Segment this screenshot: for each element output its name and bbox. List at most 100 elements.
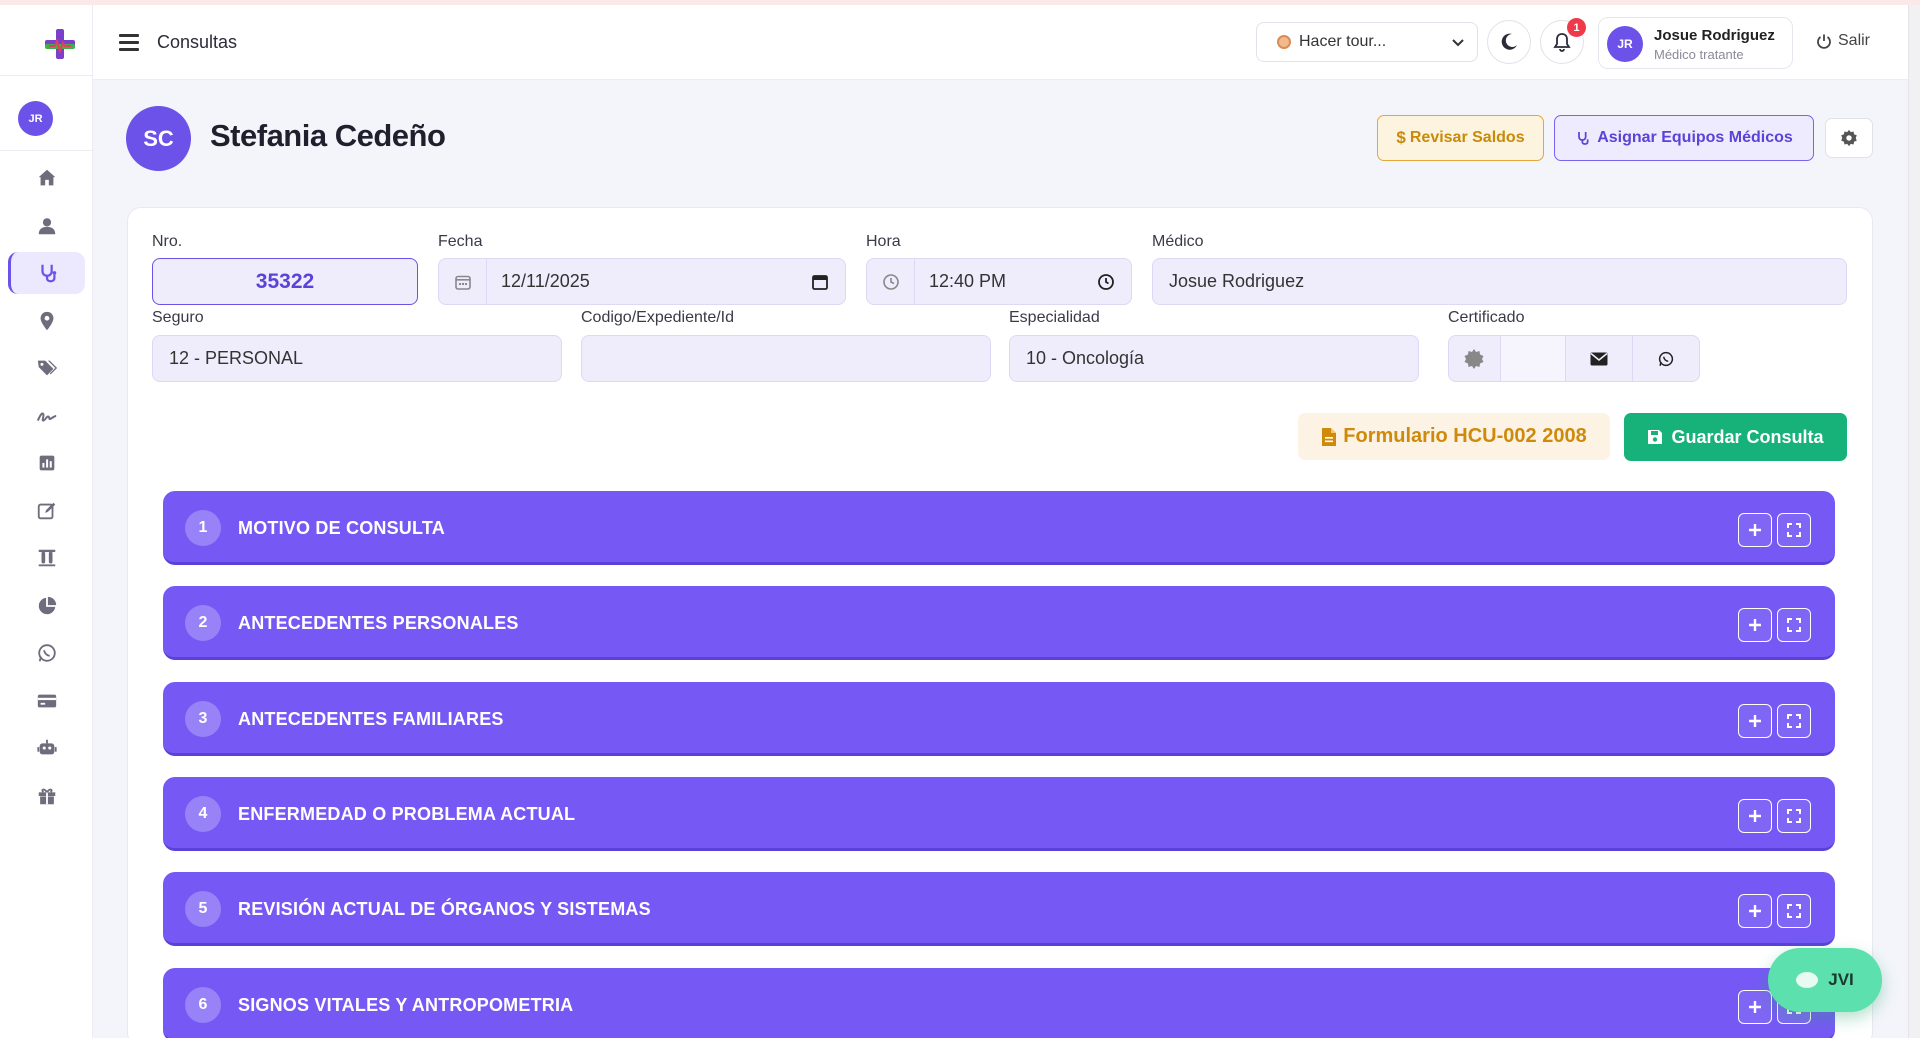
section-antecedentes-familiares[interactable]: 3 ANTECEDENTES FAMILIARES xyxy=(163,682,1835,756)
sidebar-item-lab[interactable] xyxy=(8,537,85,579)
certificate-badge[interactable] xyxy=(1449,336,1501,381)
medico-field[interactable]: Josue Rodriguez xyxy=(1152,258,1847,305)
revisar-saldos-button[interactable]: $ Revisar Saldos xyxy=(1377,115,1544,161)
add-button[interactable] xyxy=(1738,894,1772,928)
fecha-field[interactable]: 12/11/2025 xyxy=(438,258,846,305)
section-antecedentes-personales[interactable]: 2 ANTECEDENTES PERSONALES xyxy=(163,586,1835,660)
sidebar-item-reports[interactable] xyxy=(8,442,85,484)
add-button[interactable] xyxy=(1738,704,1772,738)
calendar-picker-icon[interactable] xyxy=(811,273,829,291)
sidebar-item-patients[interactable] xyxy=(8,205,85,247)
user-menu[interactable]: JR Josue Rodriguez Médico tratante xyxy=(1598,17,1793,69)
expand-icon xyxy=(1787,809,1801,823)
hora-label: Hora xyxy=(866,233,901,250)
scrollbar[interactable] xyxy=(1908,5,1920,1038)
dark-mode-toggle[interactable] xyxy=(1487,20,1531,64)
app-logo[interactable] xyxy=(43,27,77,61)
moon-icon xyxy=(1501,33,1517,50)
chat-bubble-icon xyxy=(1796,972,1819,988)
logout-button[interactable]: Salir xyxy=(1816,32,1870,50)
sidebar-item-payments[interactable] xyxy=(8,680,85,722)
expand-icon xyxy=(1787,714,1801,728)
sidebar-item-statistics[interactable] xyxy=(8,585,85,627)
hamburger-menu-icon[interactable] xyxy=(119,34,139,51)
time-picker-icon[interactable] xyxy=(1097,273,1115,291)
especialidad-field[interactable]: 10 - Oncología xyxy=(1009,335,1419,382)
clock-addon xyxy=(867,259,915,304)
section-number: 5 xyxy=(185,891,221,927)
hora-field[interactable]: 12:40 PM xyxy=(866,258,1132,305)
sidebar-item-home[interactable] xyxy=(8,157,85,199)
pdf-file-icon xyxy=(1322,427,1337,446)
avatar: JR xyxy=(1607,26,1643,62)
certificado-input[interactable] xyxy=(1500,336,1567,381)
expand-button[interactable] xyxy=(1777,704,1811,738)
guardar-consulta-button[interactable]: Guardar Consulta xyxy=(1624,413,1847,461)
section-number: 3 xyxy=(185,701,221,737)
stethoscope-icon xyxy=(41,264,57,283)
page-title: Consultas xyxy=(157,32,238,52)
sidebar-item-edit[interactable] xyxy=(8,490,85,532)
add-button[interactable] xyxy=(1738,990,1772,1024)
section-title: SIGNOS VITALES Y ANTROPOMETRIA xyxy=(238,995,574,1015)
user-role: Médico tratante xyxy=(1654,47,1744,62)
send-email-button[interactable] xyxy=(1566,336,1633,381)
formulario-hcu-button[interactable]: Formulario HCU-002 2008 xyxy=(1298,413,1610,460)
tour-select[interactable]: Hacer tour... xyxy=(1256,22,1478,62)
whatsapp-icon xyxy=(37,644,56,662)
pie-chart-icon xyxy=(38,596,56,615)
notification-badge: 1 xyxy=(1567,18,1586,37)
nro-field[interactable]: 35322 xyxy=(152,258,418,305)
user-icon xyxy=(38,218,55,235)
section-motivo-consulta[interactable]: 1 MOTIVO DE CONSULTA xyxy=(163,491,1835,565)
formulario-hcu-label: Formulario HCU-002 2008 xyxy=(1343,425,1587,447)
calendar-icon xyxy=(454,275,471,290)
user-name: Josue Rodriguez xyxy=(1654,27,1775,44)
lab-tubes-icon xyxy=(38,549,55,567)
sidebar-item-tags[interactable] xyxy=(8,347,85,389)
add-button[interactable] xyxy=(1738,799,1772,833)
sidebar-avatar[interactable]: JR xyxy=(18,101,53,136)
sidebar-item-locations[interactable] xyxy=(8,300,85,342)
section-number: 2 xyxy=(185,605,221,641)
nro-label: Nro. xyxy=(152,233,183,250)
hora-value: 12:40 PM xyxy=(929,271,1007,291)
section-signos-vitales[interactable]: 6 SIGNOS VITALES Y ANTROPOMETRIA xyxy=(163,968,1835,1038)
sidebar-item-assistant[interactable] xyxy=(8,727,85,769)
expand-button[interactable] xyxy=(1777,799,1811,833)
expand-icon xyxy=(1787,904,1801,918)
expand-button[interactable] xyxy=(1777,894,1811,928)
section-enfermedad-actual[interactable]: 4 ENFERMEDAD O PROBLEMA ACTUAL xyxy=(163,777,1835,851)
asignar-equipos-button[interactable]: Asignar Equipos Médicos xyxy=(1554,115,1814,161)
seguro-label: Seguro xyxy=(152,309,204,326)
expand-button[interactable] xyxy=(1777,513,1811,547)
chat-assistant-button[interactable]: JVI xyxy=(1768,948,1882,1012)
tour-select-value: Hacer tour... xyxy=(1299,33,1387,50)
expand-button[interactable] xyxy=(1777,608,1811,642)
seguro-field[interactable]: 12 - PERSONAL xyxy=(152,335,562,382)
top-header: Consultas Hacer tour... 1 JR Josue Rodri… xyxy=(93,5,1908,80)
sidebar-divider xyxy=(0,150,92,151)
sidebar-item-signature[interactable] xyxy=(8,395,85,437)
power-icon xyxy=(1817,34,1831,49)
calendar-addon xyxy=(439,259,487,304)
plus-icon xyxy=(1749,1001,1761,1013)
clock-icon xyxy=(882,273,899,290)
section-title: MOTIVO DE CONSULTA xyxy=(238,518,445,538)
add-button[interactable] xyxy=(1738,608,1772,642)
sidebar-item-gifts[interactable] xyxy=(8,775,85,817)
section-title: REVISIÓN ACTUAL DE ÓRGANOS Y SISTEMAS xyxy=(238,899,651,919)
codigo-field[interactable] xyxy=(581,335,991,382)
edit-icon xyxy=(37,502,55,520)
signature-icon xyxy=(36,412,56,422)
settings-button[interactable] xyxy=(1825,118,1873,158)
send-whatsapp-button[interactable] xyxy=(1633,336,1699,381)
sidebar-item-whatsapp[interactable] xyxy=(8,632,85,674)
sidebar-item-consultas[interactable] xyxy=(8,252,85,294)
expand-icon xyxy=(1787,523,1801,537)
save-icon xyxy=(1648,430,1663,444)
notifications-button[interactable]: 1 xyxy=(1540,18,1586,64)
plus-icon xyxy=(1749,715,1761,727)
add-button[interactable] xyxy=(1738,513,1772,547)
section-revision-organos[interactable]: 5 REVISIÓN ACTUAL DE ÓRGANOS Y SISTEMAS xyxy=(163,872,1835,946)
